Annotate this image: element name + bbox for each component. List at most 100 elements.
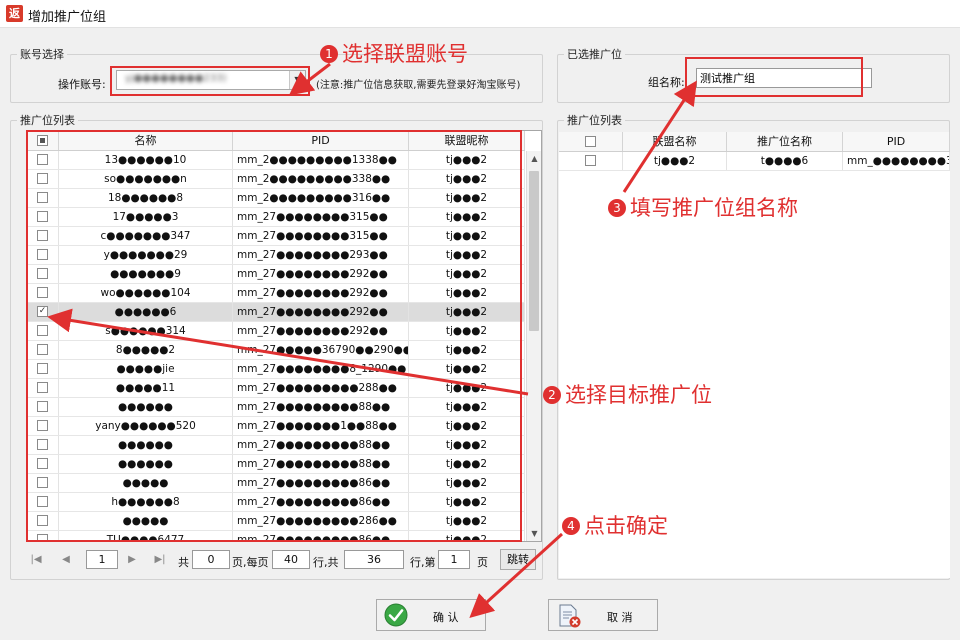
row-checkbox-cell[interactable] bbox=[27, 170, 59, 188]
row-checkbox-cell[interactable] bbox=[27, 360, 59, 378]
row-checkbox[interactable] bbox=[37, 438, 48, 450]
confirm-button[interactable]: 确 认 bbox=[376, 599, 486, 631]
selected-select-all-checkbox[interactable] bbox=[585, 135, 596, 147]
row-checkbox[interactable] bbox=[37, 419, 48, 431]
selected-select-all-cell[interactable] bbox=[559, 132, 623, 151]
row-checkbox-cell[interactable] bbox=[27, 379, 59, 397]
goto-page-field[interactable]: 1 bbox=[438, 550, 470, 569]
row-checkbox[interactable] bbox=[37, 343, 48, 355]
row-checkbox-cell[interactable] bbox=[27, 246, 59, 264]
row-name: c●●●●●●●347 bbox=[59, 227, 233, 245]
table-row[interactable]: h●●●●●●8 mm_27●●●●●●●●●86●● tj●●●2 bbox=[27, 493, 525, 512]
table-row[interactable]: ●●●●● mm_27●●●●●●●●●86●● tj●●●2 bbox=[27, 474, 525, 493]
row-checkbox[interactable] bbox=[37, 286, 48, 298]
row-checkbox-cell[interactable] bbox=[27, 151, 59, 169]
row-checkbox-cell[interactable] bbox=[27, 208, 59, 226]
row-pid: mm_27●●●●●36790●●290●● bbox=[233, 341, 409, 359]
jump-button[interactable]: 跳转 bbox=[500, 549, 536, 570]
table-row[interactable]: ●●●●●11 mm_27●●●●●●●●●288●● tj●●●2 bbox=[27, 379, 525, 398]
row-checkbox-cell[interactable] bbox=[27, 512, 59, 530]
first-page-icon[interactable]: |◀ bbox=[26, 551, 46, 569]
selected-column-header-union[interactable]: 联盟名称 bbox=[623, 132, 727, 151]
select-all-checkbox[interactable] bbox=[37, 134, 48, 146]
column-header-nick[interactable]: 联盟昵称 bbox=[409, 131, 525, 150]
row-checkbox-cell[interactable] bbox=[27, 227, 59, 245]
chevron-down-icon[interactable]: ▼ bbox=[289, 71, 305, 89]
row-checkbox[interactable] bbox=[37, 324, 48, 336]
scroll-up-icon[interactable]: ▲ bbox=[527, 151, 541, 166]
row-checkbox-cell[interactable] bbox=[27, 341, 59, 359]
row-checkbox-cell[interactable] bbox=[27, 284, 59, 302]
table-row[interactable]: ●●●●●● mm_27●●●●●●●●●88●● tj●●●2 bbox=[27, 455, 525, 474]
table-row[interactable]: 8●●●●●2 mm_27●●●●●36790●●290●● tj●●●2 bbox=[27, 341, 525, 360]
row-checkbox[interactable] bbox=[37, 229, 48, 241]
scroll-down-icon[interactable]: ▼ bbox=[527, 526, 541, 541]
selected-column-header-name[interactable]: 推广位名称 bbox=[727, 132, 843, 151]
table-row[interactable]: TU●●●●6477 mm_27●●●●●●●●●86●● tj●●●2 bbox=[27, 531, 525, 541]
cancel-button[interactable]: 取 消 bbox=[548, 599, 658, 631]
row-checkbox-cell[interactable] bbox=[27, 189, 59, 207]
select-all-cell[interactable] bbox=[27, 131, 59, 150]
selected-table-row[interactable]: tj●●●2 t●●●●6 mm_●●●●●●●●3 bbox=[559, 152, 950, 171]
row-checkbox[interactable] bbox=[37, 362, 48, 374]
row-checkbox-cell[interactable] bbox=[27, 493, 59, 511]
row-checkbox-cell[interactable] bbox=[27, 474, 59, 492]
row-checkbox-cell[interactable] bbox=[27, 398, 59, 416]
row-checkbox-cell[interactable] bbox=[27, 531, 59, 541]
last-page-icon[interactable]: ▶| bbox=[150, 551, 170, 569]
row-checkbox-cell[interactable] bbox=[27, 417, 59, 435]
table-row[interactable]: wo●●●●●●104 mm_27●●●●●●●●292●● tj●●●2 bbox=[27, 284, 525, 303]
row-pid: mm_27●●●●●●●●315●● bbox=[233, 227, 409, 245]
selected-list-body: tj●●●2 t●●●●6 mm_●●●●●●●●3 bbox=[559, 152, 950, 171]
row-checkbox[interactable] bbox=[37, 153, 48, 165]
row-checkbox[interactable] bbox=[37, 400, 48, 412]
selected-column-header-pid[interactable]: PID bbox=[843, 132, 950, 151]
table-row[interactable]: ●●●●● mm_27●●●●●●●●●286●● tj●●●2 bbox=[27, 512, 525, 531]
row-checkbox-cell[interactable] bbox=[27, 455, 59, 473]
table-row[interactable]: s●●●●●●314 mm_27●●●●●●●●292●● tj●●●2 bbox=[27, 322, 525, 341]
column-header-name[interactable]: 名称 bbox=[59, 131, 233, 150]
table-row[interactable]: y●●●●●●●29 mm_27●●●●●●●●293●● tj●●●2 bbox=[27, 246, 525, 265]
row-checkbox[interactable] bbox=[37, 191, 48, 203]
selected-group-legend: 已选推广位 bbox=[567, 48, 622, 61]
row-checkbox[interactable] bbox=[37, 267, 48, 279]
group-name-input[interactable] bbox=[696, 68, 872, 88]
table-row[interactable]: ●●●●●● mm_27●●●●●●●●●88●● tj●●●2 bbox=[27, 398, 525, 417]
column-header-pid[interactable]: PID bbox=[233, 131, 409, 150]
table-row[interactable]: ●●●●●jie mm_27●●●●●●●●8_1290●● tj●●●2 bbox=[27, 360, 525, 379]
table-row[interactable]: so●●●●●●●n mm_2●●●●●●●●●338●● tj●●●2 bbox=[27, 170, 525, 189]
row-checkbox[interactable] bbox=[37, 533, 48, 541]
table-row[interactable]: yany●●●●●●520 mm_27●●●●●●●1●●88●● tj●●●2 bbox=[27, 417, 525, 436]
table-row[interactable]: 17●●●●●3 mm_27●●●●●●●●315●● tj●●●2 bbox=[27, 208, 525, 227]
current-page-field[interactable]: 1 bbox=[86, 550, 118, 569]
per-page-field[interactable]: 40 bbox=[272, 550, 310, 569]
scroll-thumb[interactable] bbox=[529, 171, 539, 331]
row-checkbox[interactable] bbox=[37, 381, 48, 393]
table-row[interactable]: ●●●●●● mm_27●●●●●●●●●88●● tj●●●2 bbox=[27, 436, 525, 455]
row-checkbox[interactable] bbox=[37, 210, 48, 222]
row-checkbox-cell[interactable]: ✓ bbox=[27, 303, 59, 321]
row-checkbox[interactable] bbox=[37, 457, 48, 469]
row-checkbox[interactable] bbox=[37, 172, 48, 184]
promo-list-scrollbar[interactable]: ▲ ▼ bbox=[526, 151, 541, 541]
table-row[interactable]: c●●●●●●●347 mm_27●●●●●●●●315●● tj●●●2 bbox=[27, 227, 525, 246]
row-checkbox[interactable] bbox=[37, 514, 48, 526]
row-checkbox-cell[interactable] bbox=[27, 265, 59, 283]
table-row[interactable]: ✓ ●●●●●●6 mm_27●●●●●●●●292●● tj●●●2 bbox=[27, 303, 525, 322]
selected-row-checkbox-cell[interactable] bbox=[559, 152, 623, 170]
row-checkbox-cell[interactable] bbox=[27, 436, 59, 454]
account-group-legend: 账号选择 bbox=[20, 48, 64, 61]
table-row[interactable]: 13●●●●●●10 mm_2●●●●●●●●●1338●● tj●●●2 bbox=[27, 151, 525, 170]
account-select[interactable]: yj●●●●●●●●233) ▼ bbox=[116, 70, 306, 90]
table-row[interactable]: ●●●●●●●9 mm_27●●●●●●●●292●● tj●●●2 bbox=[27, 265, 525, 284]
row-checkbox[interactable] bbox=[37, 476, 48, 488]
row-checkbox-cell[interactable] bbox=[27, 322, 59, 340]
selected-row-checkbox[interactable] bbox=[585, 154, 596, 166]
row-checkbox[interactable]: ✓ bbox=[37, 305, 48, 317]
table-row[interactable]: 18●●●●●●8 mm_2●●●●●●●●●316●● tj●●●2 bbox=[27, 189, 525, 208]
row-pid: mm_27●●●●●●●●315●● bbox=[233, 208, 409, 226]
row-checkbox[interactable] bbox=[37, 248, 48, 260]
next-page-icon[interactable]: ▶ bbox=[122, 551, 142, 569]
row-checkbox[interactable] bbox=[37, 495, 48, 507]
prev-page-icon[interactable]: ◀ bbox=[56, 551, 76, 569]
